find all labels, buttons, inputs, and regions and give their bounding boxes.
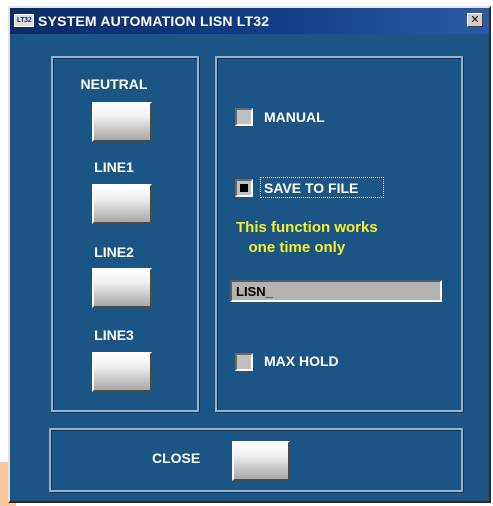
window-title: SYSTEM AUTOMATION LISN LT32	[38, 13, 270, 29]
filename-field[interactable]	[230, 280, 442, 302]
line2-button[interactable]	[92, 268, 152, 308]
close-label: CLOSE	[152, 450, 201, 466]
line2-label: LINE2	[94, 244, 134, 260]
line1-label: LINE1	[94, 159, 134, 175]
line3-label: LINE3	[94, 327, 134, 343]
dialog-window: LT32 SYSTEM AUTOMATION LISN LT32 ✕ NEUTR…	[8, 6, 491, 503]
save-to-file-label[interactable]: SAVE TO FILE	[264, 180, 358, 196]
screen: LT32 SYSTEM AUTOMATION LISN LT32 ✕ NEUTR…	[0, 0, 493, 506]
neutral-button[interactable]	[92, 102, 152, 142]
save-to-file-checkbox[interactable]	[235, 179, 253, 197]
close-icon: ✕	[470, 14, 480, 26]
neutral-label: NEUTRAL	[80, 76, 148, 92]
title-bar[interactable]: LT32 SYSTEM AUTOMATION LISN LT32 ✕	[10, 8, 489, 34]
line3-button[interactable]	[92, 352, 152, 392]
one-time-note: This function works one time only	[236, 219, 378, 256]
line1-button[interactable]	[92, 184, 152, 224]
max-hold-checkbox[interactable]	[235, 353, 253, 371]
close-window-button[interactable]: ✕	[467, 13, 483, 27]
close-button[interactable]	[232, 441, 290, 481]
manual-checkbox[interactable]	[235, 108, 253, 126]
manual-label[interactable]: MANUAL	[264, 109, 325, 125]
app-icon: LT32	[14, 14, 34, 27]
max-hold-label[interactable]: MAX HOLD	[264, 353, 339, 369]
